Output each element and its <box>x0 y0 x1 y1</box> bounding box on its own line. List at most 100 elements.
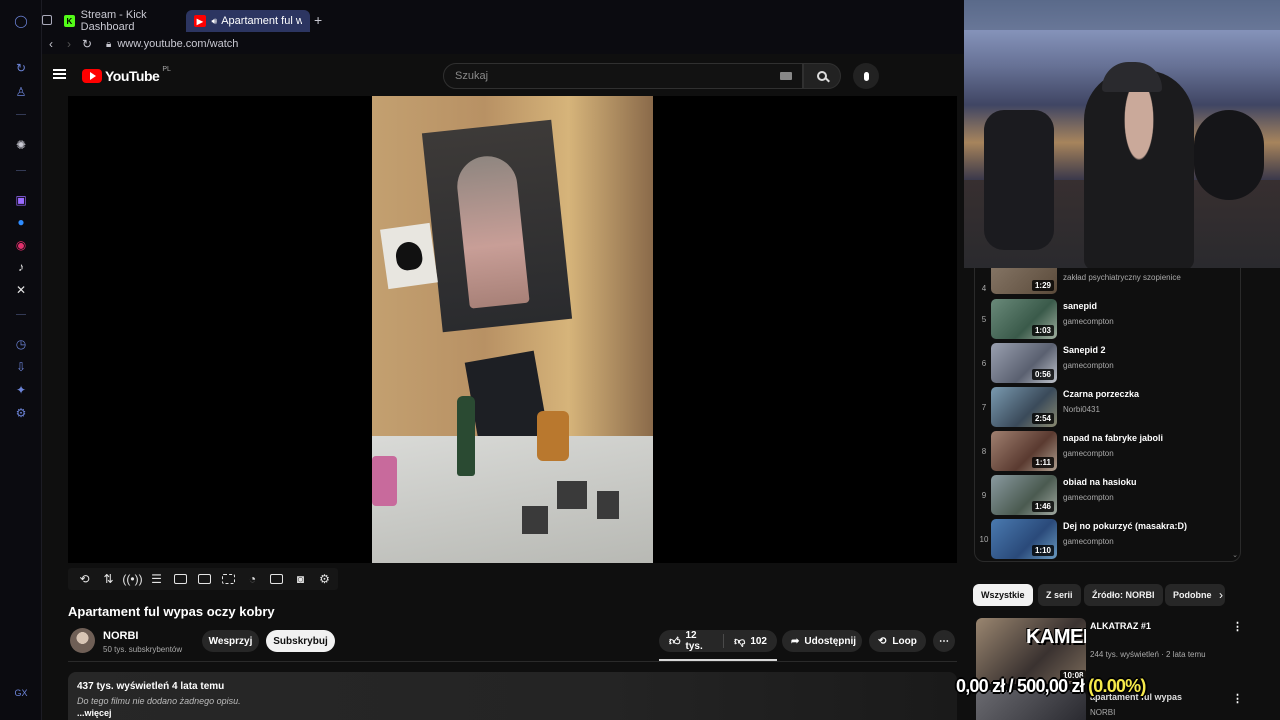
lock-icon: 🔒︎ <box>106 38 112 50</box>
back-button[interactable]: ‹ <box>42 37 60 51</box>
screenshot-icon[interactable]: ◙ <box>292 572 309 586</box>
playlist-item[interactable]: 7 2:54 Czarna porzeczka Norbi0431 <box>975 387 1240 429</box>
add-to-queue-icon[interactable] <box>268 572 285 586</box>
aria-icon[interactable]: ↻ <box>13 60 29 76</box>
like-dislike-group: 👍︎ 12 tys. 👎︎ 102 <box>659 630 777 652</box>
address-bar: ‹ › ↻ 🔒︎ www.youtube.com/watch <box>42 34 964 54</box>
twitch-icon[interactable]: ▣ <box>13 192 29 208</box>
chip-source[interactable]: Źródło: NORBI <box>1084 584 1163 606</box>
playlist-item-index: 7 <box>981 403 987 412</box>
forward-button[interactable]: › <box>60 37 78 51</box>
tab-label: Apartament ful wypas <box>221 15 302 27</box>
picture-in-picture-icon[interactable] <box>196 572 213 586</box>
url-field[interactable]: www.youtube.com/watch <box>117 38 238 50</box>
playlist-item-thumbnail[interactable]: 1:29 <box>991 268 1057 294</box>
donation-goal-overlay: 0,00 zł / 500,00 zł (0.00%) <box>956 676 1146 697</box>
youtube-play-icon <box>82 69 102 83</box>
playlist-item-thumbnail[interactable]: 1:46 <box>991 475 1057 515</box>
share-button[interactable]: ➦ Udostępnij <box>782 630 862 652</box>
channel-avatar[interactable] <box>70 628 95 653</box>
opera-logo-icon[interactable]: ◯ <box>13 13 29 29</box>
extensions-icon[interactable]: ✦ <box>13 382 29 398</box>
messenger-icon[interactable]: ● <box>13 214 29 230</box>
video-content-mug <box>537 411 569 461</box>
history-icon[interactable]: ◷ <box>13 336 29 352</box>
thumbs-up-icon: 👍︎ <box>669 635 681 648</box>
mini-player-icon[interactable] <box>220 572 237 586</box>
tab-youtube-video[interactable]: ▶ 🔊︎ Apartament ful wypas <box>186 10 310 32</box>
playlist-item[interactable]: 8 1:11 napad na fabryke jaboli gamecompt… <box>975 431 1240 473</box>
loop-button[interactable]: ⟲ Loop <box>869 630 926 652</box>
keyboard-icon[interactable] <box>780 72 792 80</box>
search-button[interactable] <box>803 63 841 89</box>
donation-goal: 500,00 zł <box>1017 676 1085 696</box>
more-icon: ⋯ <box>939 635 949 647</box>
sidebar-divider <box>16 314 26 315</box>
more-options-icon[interactable]: ⋮ <box>1232 620 1243 633</box>
donation-current: 0,00 zł <box>956 676 1005 696</box>
like-button[interactable]: 👍︎ 12 tys. <box>659 630 723 652</box>
cast-icon[interactable]: ((•)) <box>122 572 142 586</box>
more-actions-button[interactable]: ⋯ <box>933 630 955 652</box>
x-twitter-icon[interactable]: ✕ <box>13 282 29 298</box>
more-options-icon[interactable]: ⋮ <box>1232 692 1243 705</box>
playlist-item[interactable]: 9 1:46 obiad na hasioku gamecompton <box>975 475 1240 517</box>
support-button[interactable]: Wesprzyj <box>202 630 259 652</box>
divider <box>68 661 957 662</box>
playlist-item-thumbnail[interactable]: 1:10 <box>991 519 1057 559</box>
video-title: Apartament ful wypas oczy kobry <box>68 604 275 619</box>
playlist-item-channel: zakład psychiatryczny szopienice <box>1063 273 1181 282</box>
audio-playing-icon[interactable]: 🔊︎ <box>212 16 218 27</box>
show-more-link[interactable]: ...więcej <box>77 708 948 718</box>
recommended-video-meta: 244 tys. wyświetleń · 2 lata temu <box>1090 650 1206 659</box>
dislike-button[interactable]: 👎︎ 102 <box>724 635 777 648</box>
crypto-wallet-icon[interactable]: ♙ <box>13 84 29 100</box>
instagram-icon[interactable]: ◉ <box>13 237 29 253</box>
playlist-icon[interactable]: ☰ <box>148 572 165 586</box>
sort-icon[interactable]: ⇅ <box>100 572 117 586</box>
video-player[interactable] <box>68 96 957 563</box>
chip-similar[interactable]: Podobne <box>1165 584 1225 606</box>
playlist-item-thumbnail[interactable]: 1:11 <box>991 431 1057 471</box>
tiktok-icon[interactable]: ♪ <box>13 259 29 275</box>
playlist-item-thumbnail[interactable]: 0:56 <box>991 343 1057 383</box>
chatgpt-icon[interactable]: ✺ <box>13 137 29 153</box>
playlist-item-thumbnail[interactable]: 2:54 <box>991 387 1057 427</box>
channel-name[interactable]: NORBI <box>103 630 138 642</box>
hamburger-menu-icon[interactable] <box>53 69 66 79</box>
playlist-item-title: obiad na hasioku <box>1063 477 1137 487</box>
video-frame[interactable] <box>372 96 653 563</box>
loop-icon[interactable]: ⟲ <box>76 572 93 586</box>
reload-button[interactable]: ↻ <box>78 37 96 51</box>
playlist-item-title: sanepid <box>1063 301 1098 311</box>
speed-icon[interactable]: ◔ <box>244 572 261 586</box>
video-content-skull-sticker <box>380 222 438 290</box>
video-content-bottle <box>457 396 475 476</box>
search-input[interactable]: Szukaj <box>443 63 803 89</box>
playlist-item-duration: 1:29 <box>1031 280 1054 291</box>
settings-icon[interactable]: ⚙ <box>13 405 29 421</box>
tab-menu-icon[interactable] <box>42 15 52 25</box>
cinema-icon[interactable] <box>172 572 189 586</box>
gx-icon[interactable]: GX <box>13 685 29 701</box>
tab-kick-dashboard[interactable]: K Stream - Kick Dashboard <box>56 9 198 33</box>
playlist-item-thumbnail[interactable]: 1:03 <box>991 299 1057 339</box>
chip-series[interactable]: Z serii <box>1038 584 1081 606</box>
playlist-item[interactable]: 5 1:03 sanepid gamecompton <box>975 299 1240 341</box>
voice-search-button[interactable] <box>853 63 879 89</box>
playlist-item[interactable]: 10 1:10 Dej no pokurzyć (masakra:D) game… <box>975 519 1240 561</box>
playlist-item-channel: gamecompton <box>1063 449 1114 458</box>
chip-all[interactable]: Wszystkie <box>973 584 1033 606</box>
downloads-icon[interactable]: ⇩ <box>13 359 29 375</box>
description-box[interactable]: 437 tys. wyświetleń 4 lata temu Do tego … <box>68 672 957 720</box>
subscribe-button[interactable]: Subskrybuj <box>266 630 335 652</box>
youtube-logo[interactable]: YouTube PL <box>82 66 171 84</box>
settings-icon[interactable]: ⚙ <box>316 572 333 586</box>
playlist-scroll-down-icon[interactable]: ⌄ <box>1232 551 1238 559</box>
playlist-item[interactable]: 6 0:56 Sanepid 2 gamecompton <box>975 343 1240 385</box>
playlist-panel: 4 1:29 zakład psychiatryczny szopienice … <box>974 268 1241 562</box>
chevron-right-icon[interactable]: › <box>1219 588 1223 602</box>
kick-icon: K <box>64 15 75 27</box>
new-tab-button[interactable]: + <box>314 12 322 28</box>
loop-label: Loop <box>892 635 917 647</box>
